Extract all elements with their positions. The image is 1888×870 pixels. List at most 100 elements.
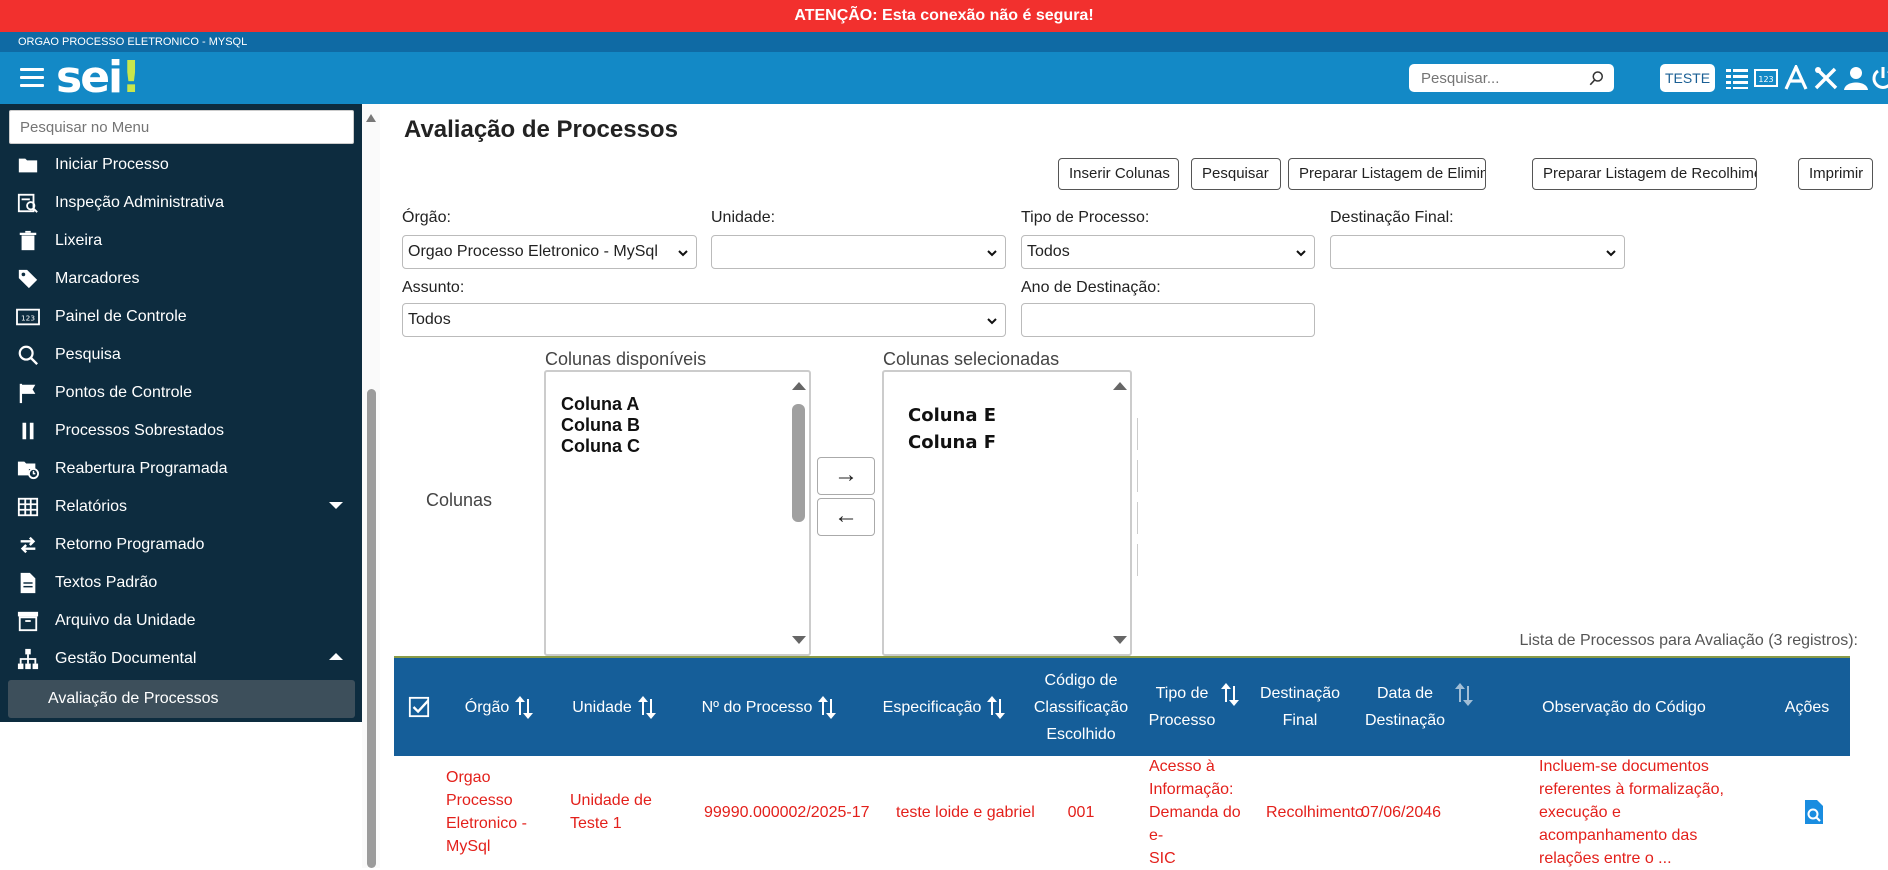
global-search-input[interactable]: [1409, 64, 1579, 92]
sidebar-item-pontos-de-controle[interactable]: Pontos de Controle: [8, 376, 355, 410]
scroll-up-arrow-icon[interactable]: [1113, 382, 1127, 390]
cell-especificacao: teste loide e gabriel: [896, 803, 1035, 821]
header-label: Órgão: [464, 698, 510, 716]
divider: [1137, 544, 1138, 576]
main-content: Avaliação de Processos Inserir Colunas P…: [380, 104, 1888, 868]
sort-icon[interactable]: [818, 696, 837, 719]
move-left-button[interactable]: ←: [817, 498, 875, 536]
cell-unidade[interactable]: Unidade de Teste 1: [570, 756, 680, 868]
prepare-collection-button[interactable]: Preparar Listagem de Recolhimento: [1532, 158, 1757, 190]
sidebar-item-inspecao-administrativa[interactable]: Inspeção Administrativa: [8, 186, 355, 220]
svg-text:123: 123: [21, 314, 35, 323]
sidebar-item-label: Marcadores: [55, 270, 140, 287]
menu-search-input[interactable]: [10, 111, 353, 143]
list-item[interactable]: Coluna C: [561, 436, 640, 457]
column-header-orgao[interactable]: Órgão: [444, 658, 554, 756]
panel-123-icon[interactable]: 123: [1753, 65, 1779, 91]
select-all-checkbox[interactable]: [394, 658, 444, 756]
sidebar-item-marcadores[interactable]: Marcadores: [8, 262, 355, 296]
tipo-processo-select[interactable]: Todos: [1021, 235, 1315, 269]
list-item[interactable]: Coluna E: [908, 402, 996, 429]
assunto-select[interactable]: Todos: [402, 303, 1006, 337]
scrollbar-thumb[interactable]: [367, 389, 376, 868]
sort-icon[interactable]: [1455, 683, 1474, 706]
sort-icon[interactable]: [637, 696, 656, 719]
search-button[interactable]: Pesquisar: [1191, 158, 1281, 190]
sort-icon[interactable]: [987, 696, 1006, 719]
chevron-down-icon: [987, 318, 997, 325]
sidebar-item-reabertura-programada[interactable]: Reabertura Programada: [8, 452, 355, 486]
cell-numero-processo[interactable]: 99990.000002/2025-17: [704, 756, 874, 868]
sidebar-item-textos-padrao[interactable]: Textos Padrão: [8, 566, 355, 600]
column-header-tipo[interactable]: Tipo de Processo: [1139, 658, 1249, 756]
scroll-down-arrow-icon[interactable]: [1113, 636, 1127, 644]
list-caption: Lista de Processos para Avaliação (3 reg…: [1519, 632, 1858, 649]
cell-orgao[interactable]: Orgao Processo Eletronico - MySql: [446, 756, 556, 868]
top-header: sei! TESTE 123: [0, 52, 1888, 104]
print-button[interactable]: Imprimir: [1798, 158, 1873, 190]
sidebar-item-painel-de-controle[interactable]: 123 Painel de Controle: [8, 300, 355, 334]
list-item[interactable]: Coluna B: [561, 415, 640, 436]
header-label: Classificação: [1033, 698, 1129, 716]
power-icon[interactable]: [1870, 65, 1888, 91]
list-item[interactable]: Coluna F: [908, 429, 996, 456]
sidebar-item-lixeira[interactable]: Lixeira: [8, 224, 355, 258]
view-document-icon[interactable]: [1803, 799, 1825, 825]
move-right-button[interactable]: →: [817, 457, 875, 495]
header-label: Tipo de: [1155, 685, 1209, 702]
available-columns-list[interactable]: Coluna A Coluna B Coluna C: [544, 370, 811, 656]
chevron-down-icon[interactable]: [329, 502, 343, 509]
list-scrollbar[interactable]: [789, 374, 807, 652]
checkbox-checked-icon[interactable]: [408, 696, 430, 718]
sidebar-item-arquivo-da-unidade[interactable]: Arquivo da Unidade: [8, 604, 355, 638]
selected-columns-list[interactable]: Coluna E Coluna F: [882, 370, 1132, 656]
sei-logo[interactable]: sei!: [56, 52, 141, 104]
sort-icon[interactable]: [1221, 683, 1240, 706]
user-icon[interactable]: [1843, 65, 1869, 91]
tools-icon[interactable]: [1813, 65, 1839, 91]
scroll-down-arrow-icon[interactable]: [792, 636, 806, 644]
sidebar-item-iniciar-processo[interactable]: Iniciar Processo: [8, 148, 355, 182]
prepare-elimination-button[interactable]: Preparar Listagem de Eliminação: [1288, 158, 1486, 190]
sidebar-item-pesquisa[interactable]: Pesquisa: [8, 338, 355, 372]
unit-selector-button[interactable]: TESTE: [1660, 64, 1715, 92]
font-size-icon[interactable]: [1783, 65, 1809, 91]
sidebar-item-retorno-programado[interactable]: Retorno Programado: [8, 528, 355, 562]
folder-clock-icon: [16, 457, 40, 481]
list-scrollbar[interactable]: [1110, 374, 1128, 652]
cell-text: relações entre o ...: [1539, 849, 1672, 867]
sidebar-item-label: Gestão Documental: [55, 650, 197, 667]
scroll-up-arrow-icon[interactable]: [366, 114, 376, 122]
sidebar-subitem-avaliacao-de-processos[interactable]: Avaliação de Processos: [8, 680, 355, 718]
page-scrollbar[interactable]: [362, 104, 380, 868]
list-item[interactable]: Coluna A: [561, 394, 640, 415]
chevron-up-icon[interactable]: [329, 653, 343, 660]
list-icon[interactable]: [1724, 65, 1750, 91]
ano-destinacao-label: Ano de Destinação:: [1021, 279, 1161, 296]
selected-columns-title: Colunas selecionadas: [883, 349, 1060, 369]
scroll-up-arrow-icon[interactable]: [792, 382, 806, 390]
chevron-down-icon: [1296, 250, 1306, 257]
archive-icon: [16, 609, 40, 633]
sort-icon[interactable]: [515, 696, 534, 719]
hamburger-menu-icon[interactable]: [20, 68, 44, 88]
cell-text: Orgao Processo: [446, 769, 513, 809]
scrollbar-thumb[interactable]: [792, 404, 805, 522]
column-header-data[interactable]: Data de Destinação: [1344, 658, 1494, 756]
folder-icon: [16, 153, 40, 177]
cell-text: MySql: [446, 838, 491, 855]
unidade-select[interactable]: [711, 235, 1006, 269]
column-header-numero[interactable]: Nº do Processo: [684, 658, 854, 756]
ano-destinacao-input[interactable]: [1021, 303, 1315, 337]
sidebar-item-processos-sobrestados[interactable]: Processos Sobrestados: [8, 414, 355, 448]
orgao-select[interactable]: Orgao Processo Eletronico - MySql: [402, 235, 697, 269]
column-header-unidade[interactable]: Unidade: [554, 658, 674, 756]
insert-columns-button[interactable]: Inserir Colunas: [1058, 158, 1179, 190]
cell-text: SIC: [1149, 849, 1176, 867]
inspect-icon: [16, 191, 40, 215]
sidebar-item-gestao-documental[interactable]: Gestão Documental: [8, 642, 355, 676]
column-header-especificacao[interactable]: Especificação: [864, 658, 1024, 756]
search-icon[interactable]: [1588, 69, 1606, 87]
sidebar-item-relatorios[interactable]: Relatórios: [8, 490, 355, 524]
destinacao-final-select[interactable]: [1330, 235, 1625, 269]
